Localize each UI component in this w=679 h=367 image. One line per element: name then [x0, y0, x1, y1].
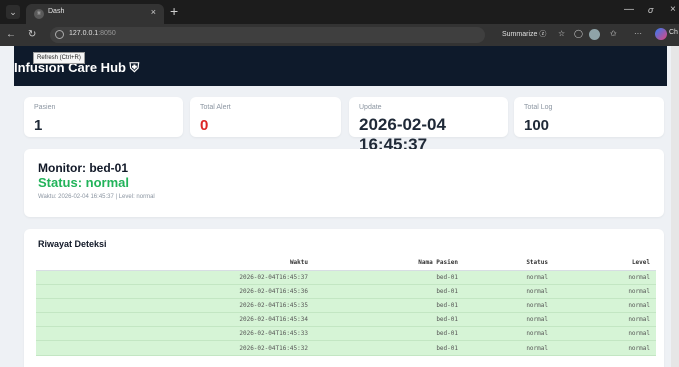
monitor-title: Monitor: bed-01 [38, 161, 128, 175]
favorite-icon[interactable]: ☆ [558, 29, 565, 38]
stat-value: 100 [524, 117, 550, 134]
cell-level: normal [554, 298, 656, 314]
column-header-nama-pasien[interactable]: Nama Pasien [314, 256, 464, 271]
monitor-meta: Waktu: 2026-02-04 16:45:37 | Level: norm… [38, 194, 155, 200]
cell-nama-pasien: bed-01 [314, 312, 464, 328]
cell-nama-pasien: bed-01 [314, 270, 464, 285]
cell-status: normal [464, 298, 554, 314]
new-tab-button[interactable]: + [170, 3, 178, 19]
dashboard-page: Infusion Care Hub ⛨ Pasien 1 Total Alert… [0, 46, 671, 367]
back-icon[interactable]: ← [6, 28, 16, 42]
cell-nama-pasien: bed-01 [314, 326, 464, 342]
table-header-row: Waktu Nama Pasien Status Level [36, 256, 656, 271]
stat-value: 0 [200, 117, 209, 134]
cell-waktu: 2026-02-04T16:45:37 [36, 270, 314, 285]
refresh-tooltip: Refresh (Ctrl+R) [33, 52, 85, 64]
history-card: Riwayat Deteksi Waktu Nama Pasien Status… [24, 229, 664, 367]
table-row: 2026-02-04T16:45:33 bed-01 normal normal [36, 326, 656, 342]
table-row: 2026-02-04T16:45:32 bed-01 normal normal [36, 340, 656, 356]
cell-waktu: 2026-02-04T16:45:34 [36, 312, 314, 328]
copilot-label: Ch [669, 29, 678, 36]
stat-card-total-alert: Total Alert 0 [190, 97, 341, 137]
column-header-waktu[interactable]: Waktu [36, 256, 314, 271]
cell-nama-pasien: bed-01 [314, 284, 464, 299]
restore-icon[interactable]: σ [648, 5, 653, 15]
cell-waktu: 2026-02-04T16:45:35 [36, 298, 314, 314]
cell-level: normal [554, 284, 656, 299]
summarize-button[interactable]: Summarize ⓩ [502, 29, 546, 39]
refresh-icon[interactable]: ↻ [28, 28, 36, 42]
stat-label: Pasien [34, 104, 56, 111]
stat-label: Total Log [524, 104, 553, 111]
more-icon[interactable]: ··· [634, 29, 642, 38]
address-bar[interactable]: 127.0.0.1:8050 [50, 27, 485, 43]
url-host: 127.0.0.1 [69, 30, 99, 37]
history-table: Waktu Nama Pasien Status Level 2026-02-0… [36, 256, 656, 356]
cell-level: normal [554, 340, 656, 356]
stat-label: Total Alert [200, 104, 231, 111]
stat-value: 1 [34, 117, 43, 134]
url-port: :8050 [98, 30, 116, 37]
monitor-status: Status: normal [38, 175, 130, 190]
cell-status: normal [464, 326, 554, 342]
column-header-level[interactable]: Level [554, 256, 656, 271]
profile-avatar[interactable] [589, 29, 600, 40]
cell-waktu: 2026-02-04T16:45:33 [36, 326, 314, 342]
page-scrollbar[interactable] [671, 46, 679, 367]
stat-card-pasien: Pasien 1 [24, 97, 183, 137]
browser-tab[interactable]: ⚛ Dash × [26, 4, 164, 24]
table-row: 2026-02-04T16:45:35 bed-01 normal normal [36, 298, 656, 314]
cell-level: normal [554, 326, 656, 342]
minimize-icon[interactable]: — [624, 4, 634, 15]
table-row: 2026-02-04T16:45:36 bed-01 normal normal [36, 284, 656, 299]
stat-card-total-log: Total Log 100 [514, 97, 664, 137]
summarize-label: Summarize [502, 31, 538, 38]
cell-status: normal [464, 270, 554, 285]
tab-close-icon[interactable]: × [151, 7, 156, 17]
stat-label: Update [359, 104, 382, 111]
collections-icon[interactable]: ✩ [610, 29, 617, 38]
cell-status: normal [464, 340, 554, 356]
history-title: Riwayat Deteksi [38, 239, 107, 249]
info-icon[interactable] [55, 30, 64, 39]
window-close-icon[interactable]: × [670, 4, 676, 15]
tab-title: Dash [48, 8, 65, 15]
cell-status: normal [464, 312, 554, 328]
extension-icon[interactable]: ◯ [574, 29, 583, 38]
cell-nama-pasien: bed-01 [314, 340, 464, 356]
cell-waktu: 2026-02-04T16:45:36 [36, 284, 314, 299]
cell-waktu: 2026-02-04T16:45:32 [36, 340, 314, 356]
url-text: 127.0.0.1:8050 [69, 30, 116, 37]
tab-favicon-icon: ⚛ [34, 9, 44, 19]
app-navbar: Infusion Care Hub ⛨ [14, 46, 667, 86]
cell-level: normal [554, 312, 656, 328]
cell-nama-pasien: bed-01 [314, 298, 464, 314]
monitor-card: Monitor: bed-01 Status: normal Waktu: 20… [24, 149, 664, 217]
stat-card-update: Update 2026-02-04 16:45:37 [349, 97, 508, 154]
tab-actions-icon[interactable]: ⌄ [6, 5, 20, 19]
table-row: 2026-02-04T16:45:37 bed-01 normal normal [36, 270, 656, 285]
copilot-icon[interactable] [655, 28, 667, 40]
browser-tab-bar: ⌄ ⚛ Dash × + — σ × [0, 0, 679, 24]
column-header-status[interactable]: Status [464, 256, 554, 271]
cell-level: normal [554, 270, 656, 285]
table-row: 2026-02-04T16:45:34 bed-01 normal normal [36, 312, 656, 328]
cell-status: normal [464, 284, 554, 299]
browser-toolbar: ← ↻ 127.0.0.1:8050 Summarize ⓩ ☆ ◯ ✩ ···… [0, 24, 679, 46]
